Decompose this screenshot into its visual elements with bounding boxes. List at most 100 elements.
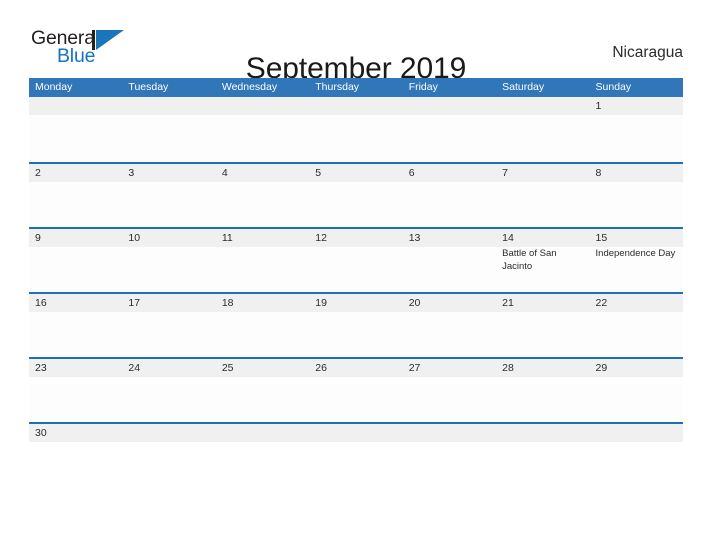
day-number: 4 — [221, 167, 228, 179]
day-number: 24 — [128, 362, 141, 374]
day-cell-empty — [403, 97, 496, 162]
weekday-header-row: Monday Tuesday Wednesday Thursday Friday Satu… — [29, 78, 683, 97]
day-number: 27 — [408, 362, 421, 374]
day-cell-1[interactable]: 1 — [590, 97, 683, 162]
page-header: General Blue September 2019 Nicaragua — [0, 0, 712, 85]
calendar-week-row: 9 10 11 12 13 14 Battle of San Jacinto 15 Indepe… — [29, 227, 683, 292]
day-cell-13[interactable]: 13 — [403, 229, 496, 292]
day-number: 28 — [502, 362, 514, 374]
day-cell-empty — [309, 97, 402, 162]
day-number: 16 — [35, 297, 47, 309]
day-number — [409, 99, 496, 115]
day-cell-empty — [496, 97, 589, 162]
day-cell-empty — [496, 424, 589, 441]
day-number: 23 — [35, 362, 47, 374]
day-number — [409, 426, 496, 441]
day-number: 20 — [408, 297, 421, 309]
day-number: 6 — [408, 167, 415, 179]
day-number: 7 — [502, 167, 508, 179]
day-cell-empty — [590, 424, 683, 441]
weekday-header-tuesday: Tuesday — [128, 81, 169, 93]
day-cell-18[interactable]: 18 — [216, 294, 309, 357]
day-number — [502, 426, 589, 441]
weekday-header-thursday: Thursday — [315, 81, 360, 93]
day-cell-9[interactable]: 9 — [29, 229, 122, 292]
day-number: 8 — [595, 167, 602, 179]
day-number — [128, 426, 215, 441]
calendar-week-row: 16 17 18 19 20 21 22 — [29, 292, 683, 357]
day-cell-4[interactable]: 4 — [216, 164, 309, 227]
day-cell-29[interactable]: 29 — [590, 359, 683, 422]
day-cell-26[interactable]: 26 — [309, 359, 402, 422]
day-cell-23[interactable]: 23 — [29, 359, 122, 422]
day-number: 26 — [315, 362, 327, 374]
day-cell-11[interactable]: 11 — [216, 229, 309, 292]
day-cell-15[interactable]: 15 Independence Day — [590, 229, 683, 292]
day-cell-27[interactable]: 27 — [403, 359, 496, 422]
day-number: 22 — [595, 297, 608, 309]
day-cell-empty — [29, 97, 122, 162]
day-number — [596, 426, 683, 441]
week-days: 9 10 11 12 13 14 Battle of San Jacinto 15 Indepe… — [29, 229, 683, 292]
day-number: 29 — [595, 362, 608, 374]
weekday-header-friday: Friday — [408, 81, 438, 93]
day-events: Independence Day — [596, 248, 683, 261]
day-cell-12[interactable]: 12 — [309, 229, 402, 292]
day-cell-empty — [216, 97, 309, 162]
week-days: 16 17 18 19 20 21 22 — [29, 294, 683, 357]
day-cell-2[interactable]: 2 — [29, 164, 122, 227]
calendar-week-row: 30 — [29, 422, 683, 442]
day-number: 19 — [315, 297, 327, 309]
day-number: 14 — [502, 232, 514, 244]
day-cell-24[interactable]: 24 — [122, 359, 215, 422]
day-number — [222, 426, 309, 441]
day-cell-10[interactable]: 10 — [122, 229, 215, 292]
day-cell-7[interactable]: 7 — [496, 164, 589, 227]
holiday-event-label: Battle of San Jacinto — [502, 248, 557, 272]
day-number — [35, 99, 122, 115]
day-cell-17[interactable]: 17 — [122, 294, 215, 357]
day-cell-30[interactable]: 30 — [29, 424, 122, 441]
week-days: 30 — [29, 424, 683, 441]
day-number: 10 — [128, 232, 141, 244]
calendar-week-row: 2 3 4 5 6 7 8 — [29, 162, 683, 227]
calendar-grid: Monday Tuesday Wednesday Thursday Friday Satu… — [29, 78, 683, 442]
day-cell-19[interactable]: 19 — [309, 294, 402, 357]
week-days: 23 24 25 26 27 28 29 — [29, 359, 683, 422]
day-cell-16[interactable]: 16 — [29, 294, 122, 357]
day-number: 11 — [221, 232, 233, 244]
day-number: 13 — [408, 232, 421, 244]
day-number — [315, 426, 402, 441]
day-cell-28[interactable]: 28 — [496, 359, 589, 422]
logo-bar-shape — [92, 30, 95, 50]
day-cell-25[interactable]: 25 — [216, 359, 309, 422]
day-cell-22[interactable]: 22 — [590, 294, 683, 357]
day-number: 9 — [35, 232, 41, 244]
day-cell-3[interactable]: 3 — [122, 164, 215, 227]
day-cell-14[interactable]: 14 Battle of San Jacinto — [496, 229, 589, 292]
weekday-header-monday: Monday — [35, 81, 73, 93]
week-days: 2 3 4 5 6 7 8 — [29, 164, 683, 227]
day-cell-21[interactable]: 21 — [496, 294, 589, 357]
logo-triangle-shape — [96, 30, 124, 50]
day-number: 17 — [128, 297, 141, 309]
day-events: Battle of San Jacinto — [502, 248, 589, 273]
day-cell-empty — [122, 424, 215, 441]
day-number: 18 — [221, 297, 234, 309]
weekday-header-saturday: Saturday — [502, 81, 545, 93]
day-cell-5[interactable]: 5 — [309, 164, 402, 227]
day-cell-8[interactable]: 8 — [590, 164, 683, 227]
day-cell-empty — [403, 424, 496, 441]
day-number: 15 — [595, 232, 608, 244]
weekday-header-wednesday: Wednesday — [221, 81, 278, 93]
day-number: 12 — [315, 232, 327, 244]
day-number: 3 — [128, 167, 135, 179]
day-cell-6[interactable]: 6 — [403, 164, 496, 227]
day-number — [128, 99, 215, 115]
calendar-weeks: 1 2 3 4 5 6 7 8 9 10 11 12 13 14 Battle of San Jacinto… — [29, 97, 683, 442]
day-cell-empty — [122, 97, 215, 162]
day-number — [502, 99, 589, 115]
day-cell-20[interactable]: 20 — [403, 294, 496, 357]
day-number — [222, 99, 309, 115]
country-label: Nicaragua — [612, 44, 683, 61]
